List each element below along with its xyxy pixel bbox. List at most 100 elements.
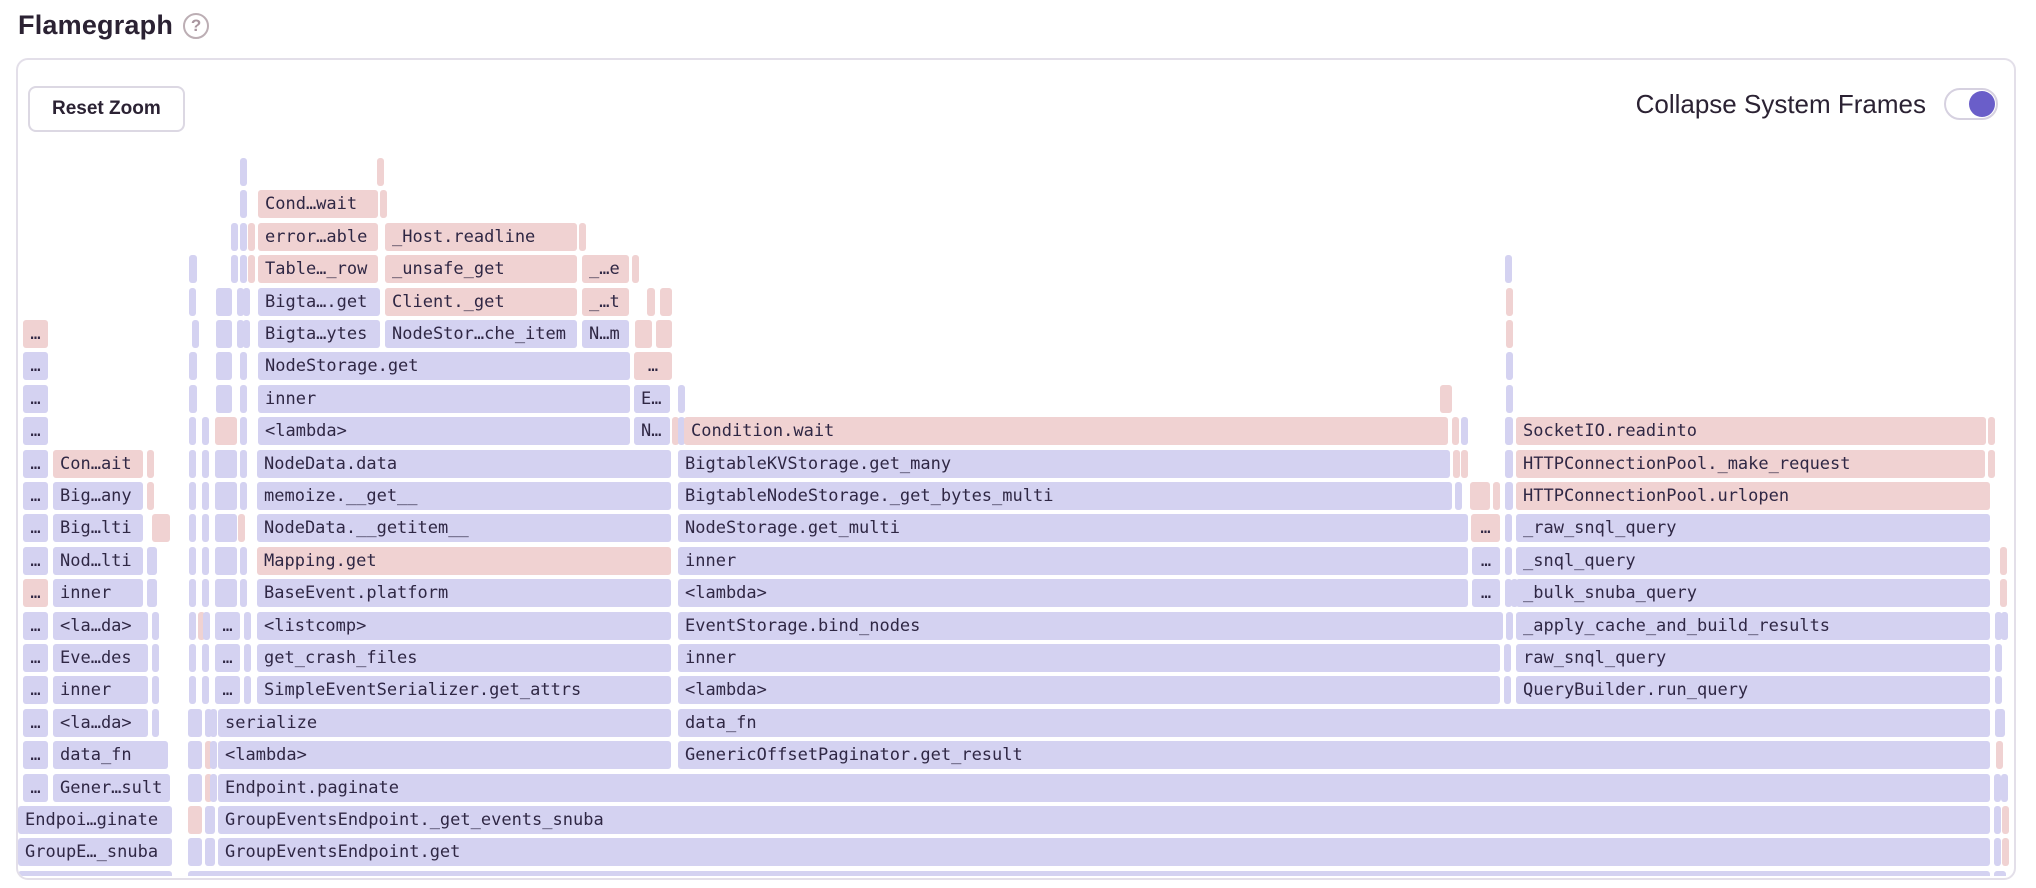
flame-frame-sliver[interactable] [240, 158, 247, 186]
flame-frame-sliver[interactable] [2001, 612, 2008, 640]
flame-frame-sliver[interactable] [189, 579, 196, 607]
flame-frame[interactable]: inner [678, 644, 1500, 672]
flame-frame-sliver[interactable] [189, 352, 197, 380]
flame-frame-sliver[interactable] [18, 871, 172, 876]
flame-frame-sliver[interactable] [188, 806, 202, 834]
flame-frame[interactable]: … [634, 352, 672, 380]
flame-frame-sliver[interactable] [215, 579, 237, 607]
flame-frame-sliver[interactable] [380, 190, 387, 218]
flame-frame[interactable]: … [23, 482, 48, 510]
flame-frame-sliver[interactable] [188, 871, 1990, 876]
flame-frame-sliver[interactable] [1506, 612, 1513, 640]
flame-frame-sliver[interactable] [189, 417, 196, 445]
flame-frame[interactable]: Table…_row [258, 255, 378, 283]
flame-frame[interactable]: … [23, 385, 48, 413]
flame-frame-sliver[interactable] [202, 514, 209, 542]
flame-frame-sliver[interactable] [189, 482, 196, 510]
flame-frame-sliver[interactable] [1506, 320, 1513, 348]
flame-frame-sliver[interactable] [202, 644, 209, 672]
flame-frame[interactable]: HTTPConnectionPool._make_request [1516, 450, 1985, 478]
flame-frame[interactable]: Eve…des [53, 644, 148, 672]
flame-frame[interactable]: BigtableKVStorage.get_many [678, 450, 1450, 478]
flame-frame[interactable]: … [23, 450, 48, 478]
flame-frame-sliver[interactable] [215, 482, 237, 510]
flame-frame[interactable]: _unsafe_get [385, 255, 577, 283]
flame-frame-sliver[interactable] [189, 644, 196, 672]
flame-frame-sliver[interactable] [1988, 417, 1995, 445]
flame-frame[interactable]: BaseEvent.platform [257, 579, 671, 607]
flame-frame-sliver[interactable] [656, 320, 672, 348]
flame-frame-sliver[interactable] [147, 450, 154, 478]
flame-frame-sliver[interactable] [240, 579, 247, 607]
flame-frame-sliver[interactable] [1493, 482, 1500, 510]
flame-frame-sliver[interactable] [244, 676, 251, 704]
flame-frame-sliver[interactable] [1994, 838, 2001, 866]
flame-frame[interactable]: … [23, 741, 48, 769]
flame-frame-sliver[interactable] [248, 223, 255, 251]
flame-frame-sliver[interactable] [215, 514, 237, 542]
flame-frame-sliver[interactable] [215, 417, 237, 445]
flame-frame-sliver[interactable] [210, 709, 217, 737]
flame-frame-sliver[interactable] [1995, 709, 2005, 737]
flame-frame-sliver[interactable] [210, 774, 217, 802]
flame-frame-sliver[interactable] [1994, 806, 2001, 834]
flame-frame-sliver[interactable] [205, 806, 215, 834]
flame-frame[interactable]: Con…ait [53, 450, 143, 478]
flame-frame-sliver[interactable] [215, 547, 237, 575]
flame-frame-sliver[interactable] [210, 741, 217, 769]
flame-frame-sliver[interactable] [1504, 644, 1511, 672]
flame-frame-sliver[interactable] [1506, 385, 1513, 413]
flame-frame[interactable]: … [23, 352, 48, 380]
help-icon[interactable]: ? [183, 13, 209, 39]
flame-frame-sliver[interactable] [1505, 450, 1513, 478]
flame-frame-sliver[interactable] [152, 676, 159, 704]
flame-frame-sliver[interactable] [216, 352, 232, 380]
flame-frame[interactable]: N… [634, 417, 670, 445]
flame-frame[interactable]: <la…da> [53, 612, 148, 640]
flame-frame[interactable]: N…m [582, 320, 629, 348]
flame-frame[interactable]: inner [258, 385, 630, 413]
flame-frame[interactable]: EventStorage.bind_nodes [678, 612, 1503, 640]
flame-frame[interactable]: … [1472, 579, 1500, 607]
flame-frame-sliver[interactable] [1996, 741, 2003, 769]
flame-frame-sliver[interactable] [1461, 450, 1468, 478]
flame-frame-sliver[interactable] [147, 579, 157, 607]
flame-frame[interactable]: E… [634, 385, 670, 413]
flame-frame-sliver[interactable] [189, 255, 197, 283]
flame-frame-sliver[interactable] [240, 255, 247, 283]
flame-frame-sliver[interactable] [147, 482, 154, 510]
reset-zoom-button[interactable]: Reset Zoom [28, 86, 185, 132]
flame-frame[interactable]: Bigta…ytes [258, 320, 380, 348]
flame-frame[interactable]: … [215, 612, 240, 640]
flame-frame[interactable]: memoize.__get__ [257, 482, 671, 510]
flame-frame-sliver[interactable] [240, 417, 247, 445]
flame-frame-sliver[interactable] [215, 450, 237, 478]
flame-frame-sliver[interactable] [240, 385, 247, 413]
flame-frame-sliver[interactable] [635, 320, 652, 348]
flame-frame-sliver[interactable] [152, 612, 159, 640]
flame-frame-sliver[interactable] [1505, 514, 1512, 542]
flame-frame-sliver[interactable] [1995, 676, 2002, 704]
flame-frame-sliver[interactable] [1505, 547, 1512, 575]
flame-frame-sliver[interactable] [202, 417, 209, 445]
flame-frame[interactable]: … [1472, 547, 1500, 575]
flame-frame-sliver[interactable] [203, 612, 210, 640]
flame-frame-sliver[interactable] [1506, 352, 1513, 380]
flame-frame[interactable]: … [23, 417, 48, 445]
flame-frame[interactable]: <lambda> [678, 676, 1500, 704]
flame-frame-sliver[interactable] [244, 612, 251, 640]
flame-frame[interactable]: <lambda> [678, 579, 1468, 607]
flame-frame[interactable]: Nod…lti [53, 547, 143, 575]
flame-frame-sliver[interactable] [231, 223, 238, 251]
flame-frame[interactable]: Gener…sult [53, 774, 170, 802]
flame-frame[interactable]: … [23, 514, 48, 542]
flame-frame-sliver[interactable] [1461, 417, 1468, 445]
flame-frame[interactable]: … [215, 676, 240, 704]
flame-frame-sliver[interactable] [243, 288, 250, 316]
flame-frame[interactable]: <la…da> [53, 709, 148, 737]
flame-frame-sliver[interactable] [188, 838, 202, 866]
flame-frame-sliver[interactable] [579, 223, 586, 251]
flame-frame-sliver[interactable] [189, 514, 196, 542]
flame-frame[interactable]: NodeStor…che_item [385, 320, 577, 348]
flame-frame-sliver[interactable] [189, 288, 196, 316]
